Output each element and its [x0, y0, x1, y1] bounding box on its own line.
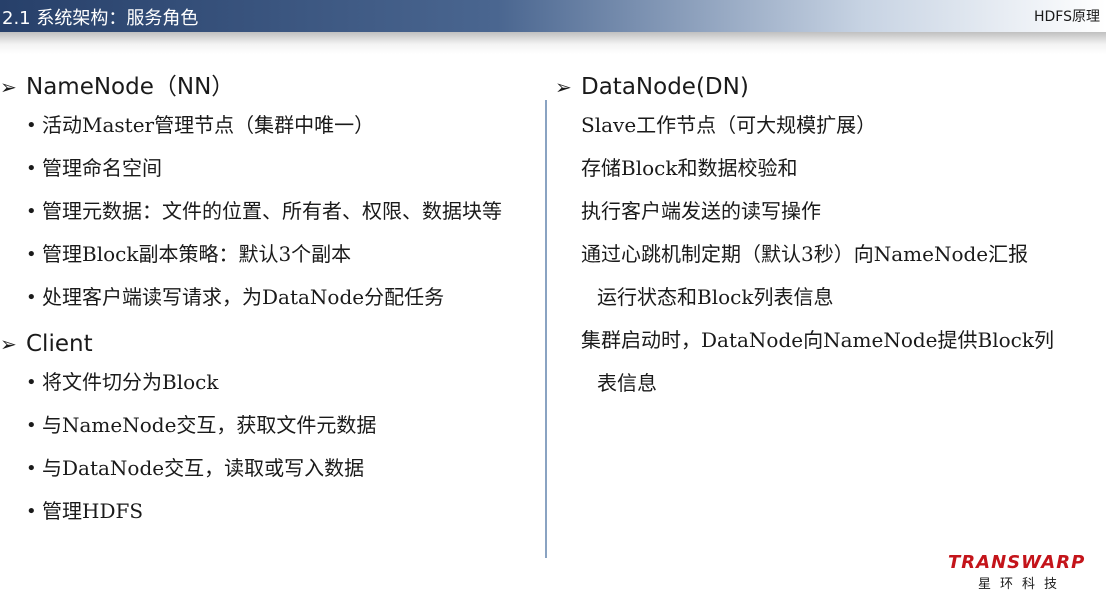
- bullet-dot-icon: •: [26, 244, 37, 265]
- bullet-dot-icon: •: [26, 201, 37, 222]
- column-divider: [545, 100, 547, 558]
- list-item: • 管理元数据：文件的位置、所有者、权限、数据块等: [0, 190, 522, 233]
- list-item: • 管理HDFS: [0, 490, 535, 533]
- header-shadow: [0, 32, 1106, 54]
- list-item: 通过心跳机制定期（默认3秒）向NameNode汇报: [581, 242, 1029, 266]
- namenode-list: • 活动Master管理节点（集群中唯一） • 管理命名空间 • 管理元数据：文件的位…: [0, 104, 535, 319]
- right-arrowhead-icon: ➢: [0, 332, 17, 356]
- list-item: • 管理Block副本策略：默认3个副本: [0, 233, 535, 276]
- list-item: • 将文件切分为Block: [0, 361, 535, 404]
- bullet-dot-icon: •: [26, 287, 37, 308]
- list-item-continuation: 表信息: [597, 371, 657, 395]
- bullet-dot-icon: •: [26, 458, 37, 479]
- transwarp-logo: TRANSWARP 星环科技: [948, 552, 1098, 592]
- section-namenode-heading: NameNode（NN）: [26, 74, 235, 100]
- list-item: • 处理客户端读写请求，为DataNode分配任务: [0, 276, 535, 319]
- bullet-dot-icon: •: [26, 501, 37, 522]
- section-tag: HDFS原理: [1033, 9, 1100, 25]
- bullet-dot-icon: •: [26, 115, 37, 136]
- list-item: Slave工作节点（可大规模扩展）: [581, 113, 877, 137]
- list-item: 集群启动时，DataNode向NameNode提供Block列: [581, 328, 1054, 352]
- right-arrowhead-icon: ➢: [555, 75, 572, 99]
- bullet-dot-icon: •: [26, 372, 37, 393]
- datanode-list: Slave工作节点（可大规模扩展） 存储Block和数据校验和 执行客户端发送的…: [555, 104, 1100, 405]
- left-column: ➢ NameNode（NN） • 活动Master管理节点（集群中唯一） • 管理命名…: [0, 70, 535, 533]
- list-item: 存储Block和数据校验和: [581, 156, 798, 180]
- bullet-dot-icon: •: [26, 415, 37, 436]
- list-item: • 与NameNode交互，获取文件元数据: [0, 404, 535, 447]
- bullet-dot-icon: •: [26, 158, 37, 179]
- list-item: • 活动Master管理节点（集群中唯一）: [0, 104, 535, 147]
- section-client: ➢ Client: [0, 327, 535, 361]
- right-column: ➢ DataNode(DN) Slave工作节点（可大规模扩展） 存储Block和…: [555, 70, 1100, 405]
- section-datanode-heading: DataNode(DN): [581, 74, 749, 100]
- list-item: 执行客户端发送的读写操作: [581, 199, 821, 223]
- list-item-continuation: 运行状态和Block列表信息: [597, 285, 834, 309]
- right-arrowhead-icon: ➢: [0, 75, 17, 99]
- section-datanode: ➢ DataNode(DN): [555, 70, 1100, 104]
- list-item: • 与DataNode交互，读取或写入数据: [0, 447, 535, 490]
- section-namenode: ➢ NameNode（NN）: [0, 70, 535, 104]
- section-client-heading: Client: [26, 331, 93, 357]
- slide-title: 2.1 系统架构：服务角色: [2, 8, 199, 29]
- logo-subtitle: 星环科技: [978, 577, 1067, 592]
- client-list: • 将文件切分为Block • 与NameNode交互，获取文件元数据 • 与Data…: [0, 361, 535, 533]
- header-bar: 2.1 系统架构：服务角色 HDFS原理: [0, 0, 1106, 32]
- logo-wordmark: TRANSWARP: [948, 552, 1086, 573]
- list-item: • 管理命名空间: [0, 147, 535, 190]
